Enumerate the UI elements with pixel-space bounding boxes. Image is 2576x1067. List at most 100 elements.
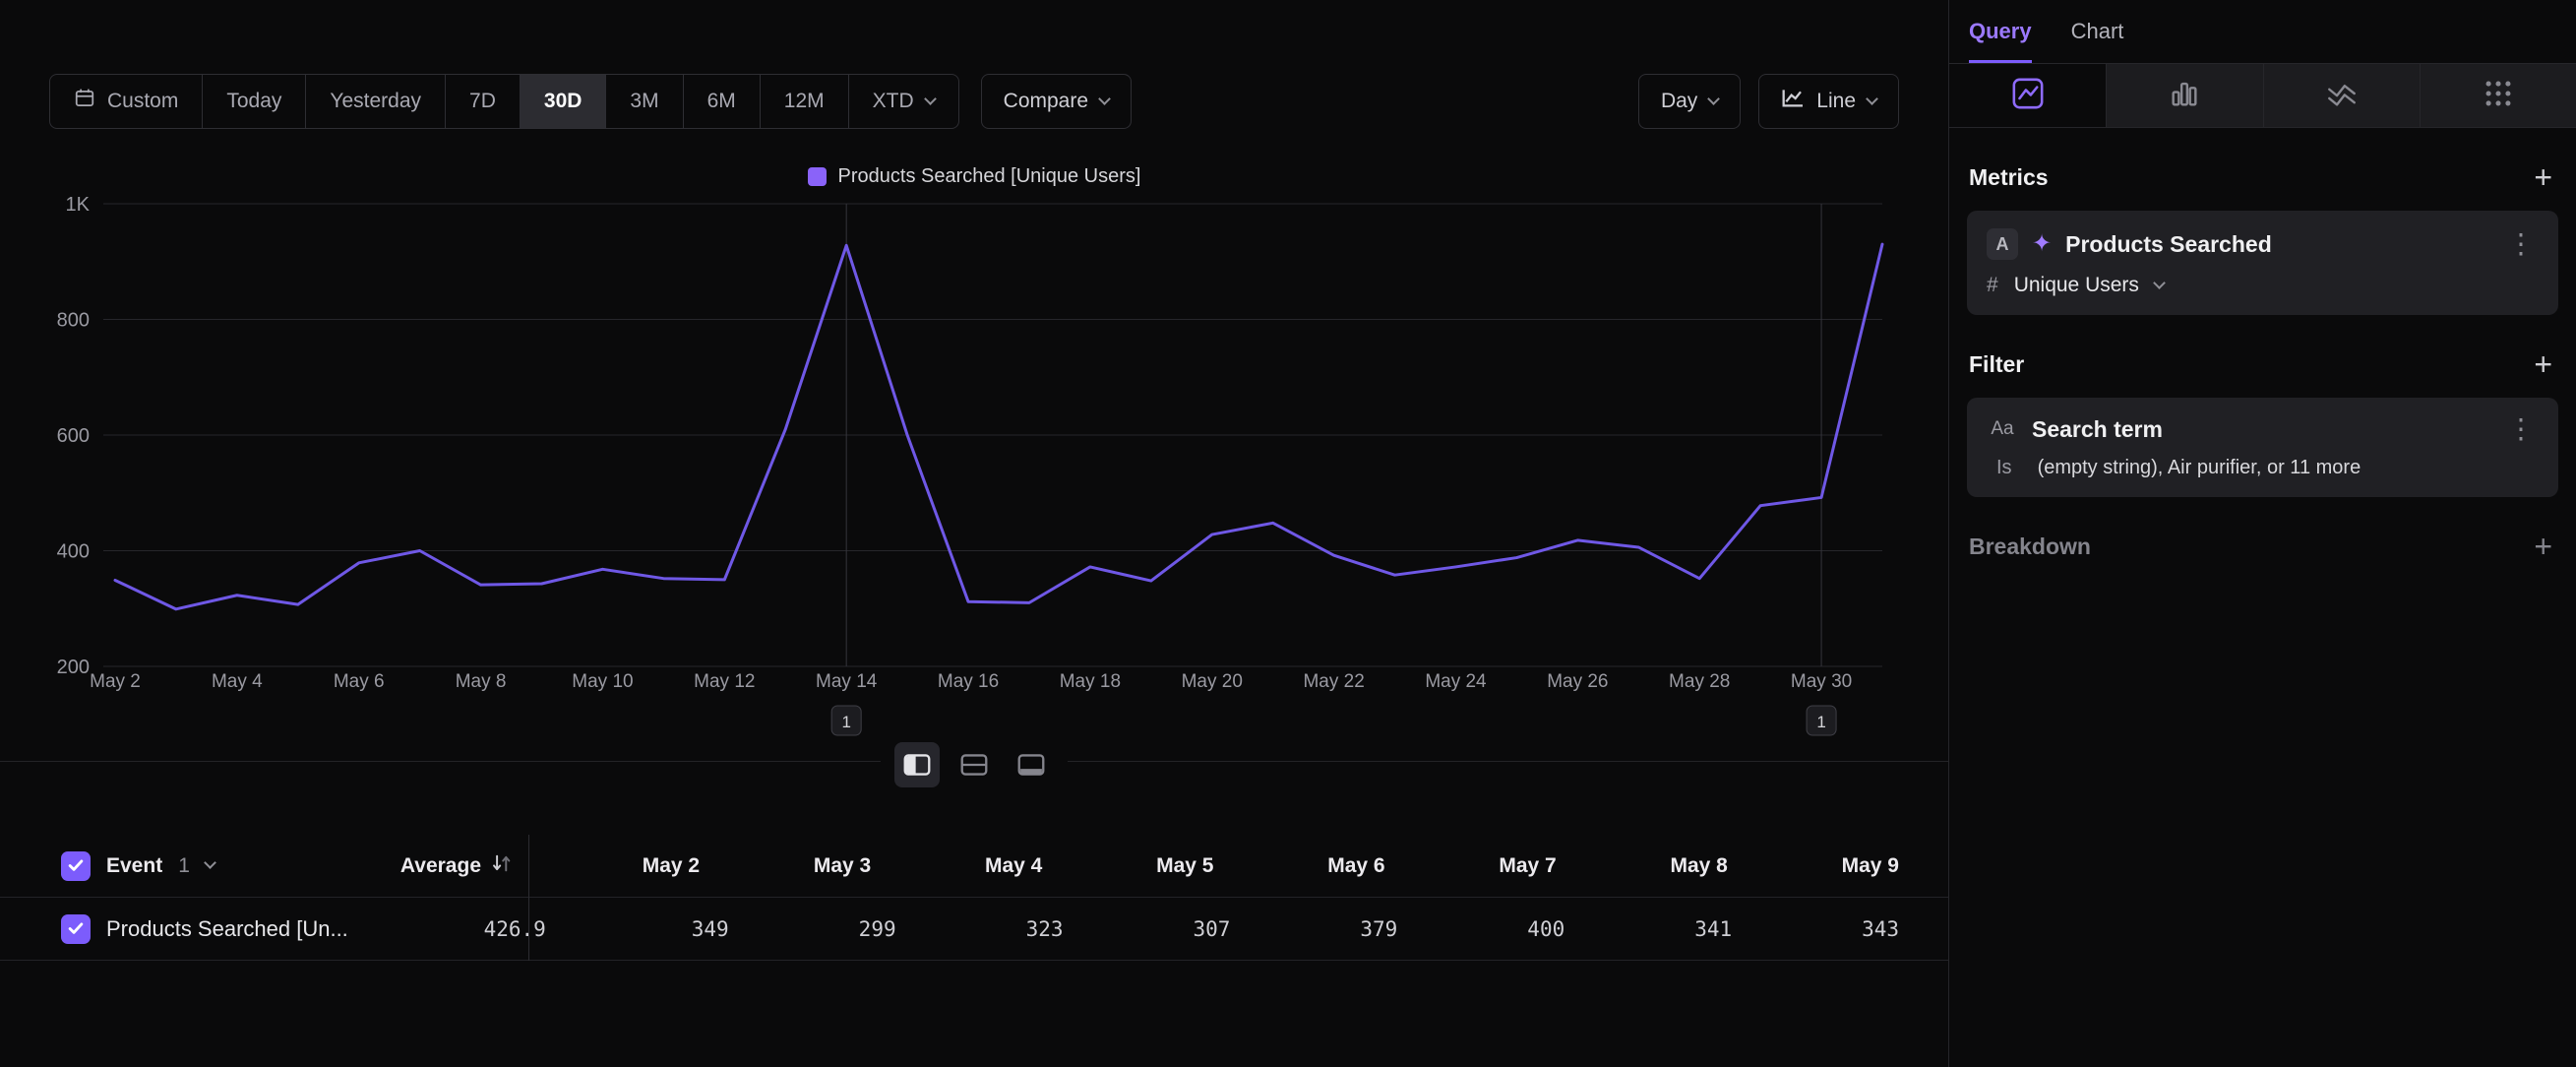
interval-label: Day: [1661, 90, 1697, 113]
cell-value: 349: [562, 917, 729, 941]
chart-legend[interactable]: Products Searched [Unique Users]: [0, 165, 1948, 188]
cell-value: 343: [1732, 917, 1899, 941]
range-label: 30D: [544, 90, 583, 113]
range-30d-button[interactable]: 30D: [521, 75, 607, 128]
sort-icon[interactable]: [491, 852, 513, 879]
cell-value: 307: [1064, 917, 1231, 941]
chevron-down-icon: [924, 93, 937, 105]
interval-dropdown[interactable]: Day: [1638, 74, 1741, 129]
range-xtd-button[interactable]: XTD: [849, 75, 958, 128]
table-row[interactable]: Products Searched [Un... 426.9 349 299 3…: [0, 898, 1948, 961]
compare-button[interactable]: Compare: [981, 74, 1132, 129]
date-header: May 7: [1385, 854, 1557, 878]
add-breakdown-button[interactable]: +: [2534, 531, 2552, 562]
chart-type-more[interactable]: [2420, 64, 2576, 127]
event-header-cell: Event 1: [0, 851, 315, 881]
analytics-app: Custom Today Yesterday 7D 30D 3M 6M 12M …: [0, 0, 2576, 1067]
chart-type-line[interactable]: [1949, 64, 2106, 127]
tab-query[interactable]: Query: [1969, 0, 2032, 63]
date-header: May 4: [871, 854, 1042, 878]
x-tick-label: May 16: [938, 671, 999, 692]
tab-chart[interactable]: Chart: [2071, 0, 2124, 63]
add-filter-button[interactable]: +: [2534, 348, 2552, 380]
layout-split-left-button[interactable]: [894, 742, 940, 787]
x-tick-label: May 18: [1060, 671, 1121, 692]
chart-display-controls: Day Line: [1638, 74, 1899, 129]
event-name: Products Searched [Un...: [106, 916, 348, 942]
stacked-area-icon: [2325, 77, 2359, 115]
range-label: 7D: [469, 90, 496, 113]
chevron-down-icon[interactable]: [204, 856, 216, 869]
svg-text:1: 1: [1816, 713, 1825, 731]
line-chart-icon: [1781, 88, 1805, 115]
chart-style-label: Line: [1816, 90, 1856, 113]
main-panel: Custom Today Yesterday 7D 30D 3M 6M 12M …: [0, 0, 1948, 1067]
cell-value: 400: [1397, 917, 1564, 941]
range-label: 6M: [707, 90, 736, 113]
layout-full-button[interactable]: [1009, 742, 1054, 787]
query-sidebar: Query Chart: [1948, 0, 2576, 1067]
filter-condition-row[interactable]: Is (empty string), Air purifier, or 11 m…: [1987, 457, 2539, 479]
y-tick-label: 600: [57, 425, 90, 447]
y-tick-label: 1K: [66, 194, 91, 216]
range-today-button[interactable]: Today: [203, 75, 306, 128]
date-header: May 2: [528, 854, 700, 878]
range-12m-button[interactable]: 12M: [761, 75, 849, 128]
annotation-marker[interactable]: 1: [1807, 706, 1836, 735]
series-badge: A: [1987, 228, 2018, 260]
x-tick-label: May 8: [456, 671, 507, 692]
add-metric-button[interactable]: +: [2534, 161, 2552, 193]
range-6m-button[interactable]: 6M: [684, 75, 761, 128]
date-header: May 5: [1042, 854, 1213, 878]
metric-card[interactable]: A ✦ Products Searched ⋮ # Unique Users: [1967, 211, 2558, 315]
range-label: Yesterday: [330, 90, 421, 113]
y-tick-label: 800: [57, 310, 90, 332]
range-label: 3M: [630, 90, 658, 113]
chart-style-dropdown[interactable]: Line: [1758, 74, 1899, 129]
x-tick-label: May 20: [1182, 671, 1243, 692]
kebab-menu-icon[interactable]: ⋮: [2503, 415, 2539, 443]
annotation-marker[interactable]: 1: [831, 706, 861, 735]
average-header-label: Average: [400, 854, 481, 878]
select-all-checkbox[interactable]: [61, 851, 91, 881]
layout-split-bottom-button[interactable]: [951, 742, 997, 787]
range-3m-button[interactable]: 3M: [606, 75, 683, 128]
x-tick-label: May 12: [694, 671, 755, 692]
range-custom-button[interactable]: Custom: [50, 75, 203, 128]
filter-card[interactable]: Aa Search term ⋮ Is (empty string), Air …: [1967, 398, 2558, 497]
calendar-icon: [74, 88, 95, 115]
x-tick-label: May 22: [1303, 671, 1364, 692]
cell-value: 323: [896, 917, 1064, 941]
cell-value: 379: [1230, 917, 1397, 941]
average-header-cell[interactable]: Average: [315, 852, 528, 879]
filter-operator[interactable]: Is: [1996, 457, 2012, 479]
filter-value[interactable]: (empty string), Air purifier, or 11 more: [2038, 457, 2361, 479]
row-checkbox[interactable]: [61, 914, 91, 944]
kebab-menu-icon[interactable]: ⋮: [2503, 230, 2539, 258]
aggregation-row[interactable]: # Unique Users: [1987, 274, 2539, 297]
x-tick-label: May 2: [90, 671, 141, 692]
y-tick-label: 200: [57, 657, 90, 678]
filter-property-name[interactable]: Search term: [2032, 416, 2163, 443]
date-header: May 9: [1728, 854, 1899, 878]
sidebar-tabs: Query Chart: [1949, 0, 2576, 63]
range-7d-button[interactable]: 7D: [446, 75, 521, 128]
table-header-row: Event 1 Average May 2 May 3 May 4 May 5 …: [0, 835, 1948, 898]
range-label: 12M: [784, 90, 825, 113]
cell-value: 341: [1564, 917, 1732, 941]
legend-label: Products Searched [Unique Users]: [838, 165, 1141, 188]
x-tick-label: May 24: [1425, 671, 1487, 692]
breakdown-section-header: Breakdown +: [1949, 531, 2576, 562]
metric-row: A ✦ Products Searched ⋮: [1987, 228, 2539, 260]
event-count: 1: [178, 854, 190, 878]
chart-toolbar: Custom Today Yesterday 7D 30D 3M 6M 12M …: [49, 74, 1899, 129]
chart-type-bar[interactable]: [2106, 64, 2262, 127]
chart-type-stacked[interactable]: [2263, 64, 2420, 127]
cell-value: 299: [729, 917, 896, 941]
range-yesterday-button[interactable]: Yesterday: [306, 75, 446, 128]
x-tick-label: May 30: [1791, 671, 1852, 692]
metric-name[interactable]: Products Searched: [2065, 231, 2272, 258]
date-header: May 8: [1557, 854, 1728, 878]
line-chart-canvas[interactable]: 2004006008001K11May 2May 4May 6May 8May …: [0, 192, 1948, 743]
more-chart-types-icon: [2482, 77, 2515, 115]
